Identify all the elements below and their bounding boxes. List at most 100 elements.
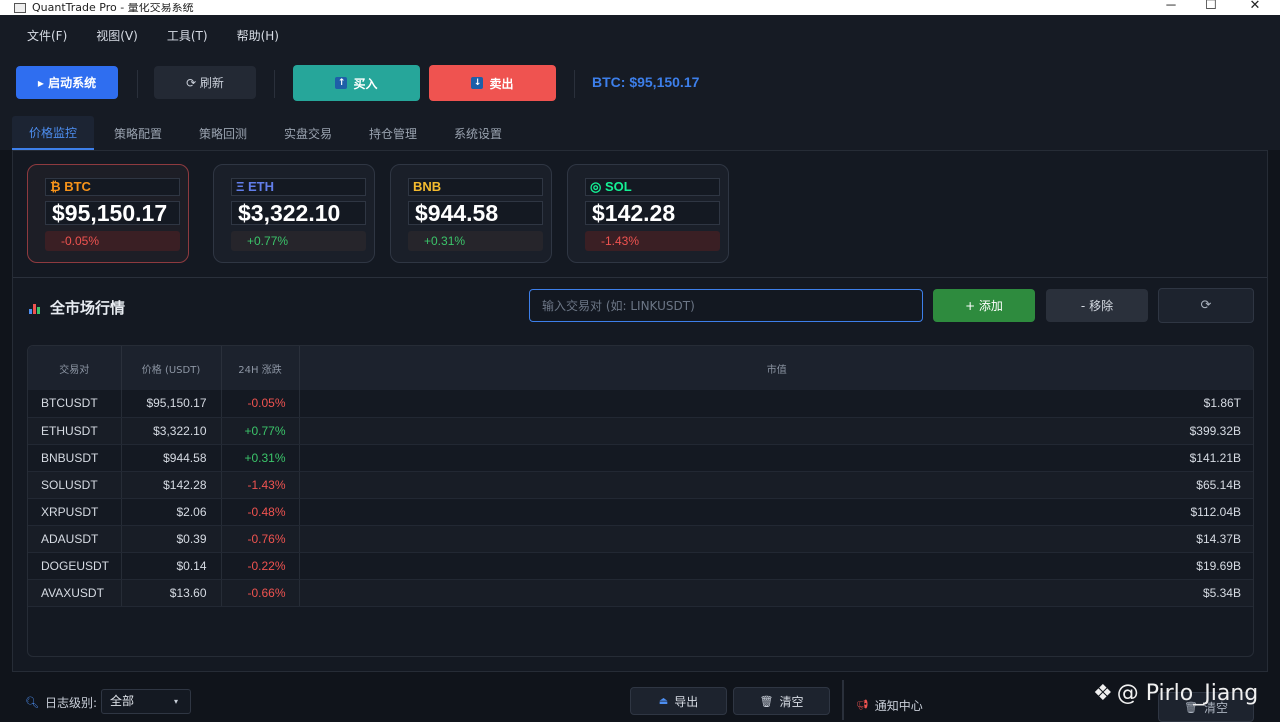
coin-card-eth[interactable]: Ξ ETH $3,322.10 +0.77% [213, 164, 375, 263]
cell-change: +0.31% [221, 444, 300, 472]
sell-button[interactable]: ↓ 卖出 [429, 65, 556, 101]
cell-price: $13.60 [121, 579, 222, 607]
toolbar-separator [137, 70, 138, 98]
cell-market-cap: $1.86T [299, 390, 1253, 418]
cell-change: -1.43% [221, 471, 300, 499]
coin-change: -1.43% [585, 231, 720, 251]
arrow-up-icon: ↑ [335, 77, 348, 89]
tab-strategy-backtest[interactable]: 策略回测 [184, 116, 262, 150]
table-row[interactable]: BTCUSDT $95,150.17 -0.05% $1.86T [28, 390, 1253, 418]
search-icon: 🔍︎ [25, 696, 39, 709]
minimize-button[interactable]: ─ [1156, 0, 1186, 12]
tab-positions[interactable]: 持仓管理 [354, 116, 432, 150]
tab-strategy-config[interactable]: 策略配置 [99, 116, 177, 150]
cell-price: $142.28 [121, 471, 222, 499]
menu-help[interactable]: 帮助(H) [237, 27, 279, 44]
tab-system-settings[interactable]: 系统设置 [439, 116, 517, 150]
maximize-button[interactable]: ☐ [1196, 0, 1226, 13]
sell-label: 卖出 [489, 76, 514, 91]
tab-live-trading[interactable]: 实盘交易 [269, 116, 347, 150]
cell-market-cap: $141.21B [299, 444, 1253, 472]
pair-search-input[interactable] [529, 289, 923, 322]
market-section-title: 全市场行情 [29, 297, 125, 318]
clear-log-button[interactable]: 🗑︎ 清空 [733, 687, 830, 715]
log-level-select[interactable]: 全部 ▾ [101, 689, 191, 714]
coin-symbol: Ξ ETH [231, 178, 366, 196]
cell-price: $0.14 [121, 552, 222, 580]
diamond-logo-icon: ❖ [1093, 681, 1113, 706]
cell-pair: SOLUSDT [28, 471, 122, 499]
coin-price: $142.28 [585, 201, 720, 225]
refresh-button[interactable]: ⟳ 刷新 [154, 66, 256, 99]
cell-pair: ADAUSDT [28, 525, 122, 553]
cell-price: $0.39 [121, 525, 222, 553]
cell-market-cap: $5.34B [299, 579, 1253, 607]
coin-price: $3,322.10 [231, 201, 366, 225]
notification-text: 通知中心 [874, 699, 923, 713]
coin-card-btc[interactable]: ₿ BTC $95,150.17 -0.05% [27, 164, 189, 263]
cell-market-cap: $19.69B [299, 552, 1253, 580]
section-divider [13, 277, 1267, 278]
coin-card-sol[interactable]: ◎ SOL $142.28 -1.43% [567, 164, 729, 263]
arrow-down-icon: ↓ [471, 77, 484, 89]
menu-file[interactable]: 文件(F) [27, 27, 67, 44]
cell-change: +0.77% [221, 417, 300, 445]
cell-change: -0.48% [221, 498, 300, 526]
price-monitor-panel: ₿ BTC $95,150.17 -0.05% Ξ ETH $3,322.10 … [12, 150, 1268, 672]
table-row[interactable]: ADAUSDT $0.39 -0.76% $14.37B [28, 525, 1253, 553]
notification-center-label: 📢︎ 通知中心 [856, 697, 923, 714]
tab-price-monitor[interactable]: 价格监控 [12, 116, 94, 150]
coin-symbol: BNB [408, 178, 543, 196]
cell-pair: ETHUSDT [28, 417, 122, 445]
cell-price: $2.06 [121, 498, 222, 526]
table-row[interactable]: XRPUSDT $2.06 -0.48% $112.04B [28, 498, 1253, 526]
log-bar: 🔍︎ 日志级别: 全部 ▾ ⏏ 导出 🗑︎ 清空 📢︎ 通知中心 🗑︎ 清空 [0, 680, 1280, 722]
toolbar-separator [574, 70, 575, 98]
column-header-price[interactable]: 价格 (USDT) [121, 346, 222, 390]
table-row[interactable]: AVAXUSDT $13.60 -0.66% $5.34B [28, 579, 1253, 607]
cell-price: $95,150.17 [121, 390, 222, 418]
start-system-button[interactable]: ▸ 启动系统 [16, 66, 118, 99]
column-header-pair[interactable]: 交易对 [28, 346, 122, 390]
log-level-text: 日志级别: [44, 696, 98, 710]
toolbar: ▸ 启动系统 ⟳ 刷新 ↑ 买入 ↓ 卖出 BTC: $95,150.17 [0, 55, 1280, 112]
cell-change: -0.22% [221, 552, 300, 580]
export-icon: ⏏ [658, 695, 669, 707]
menu-tools[interactable]: 工具(T) [167, 27, 208, 44]
trash-icon: 🗑︎ [759, 694, 774, 708]
add-pair-button[interactable]: + 添加 [933, 289, 1035, 322]
remove-pair-button[interactable]: - 移除 [1046, 289, 1148, 322]
buy-label: 买入 [353, 76, 378, 91]
column-header-change[interactable]: 24H 涨跌 [221, 346, 300, 390]
cell-market-cap: $14.37B [299, 525, 1253, 553]
close-button[interactable]: ✕ [1240, 0, 1270, 13]
buy-button[interactable]: ↑ 买入 [293, 65, 420, 101]
refresh-market-button[interactable]: ⟳ [1158, 288, 1254, 323]
log-level-label: 🔍︎ 日志级别: [25, 694, 97, 711]
toolbar-separator [274, 70, 275, 98]
footer-separator [842, 680, 844, 720]
column-header-market-cap[interactable]: 市值 [299, 346, 1253, 390]
table-row[interactable]: BNBUSDT $944.58 +0.31% $141.21B [28, 444, 1253, 472]
cell-change: -0.76% [221, 525, 300, 553]
cell-pair: DOGEUSDT [28, 552, 122, 580]
market-table: 交易对 价格 (USDT) 24H 涨跌 市值 BTCUSDT $95,150.… [27, 345, 1254, 657]
table-row[interactable]: ETHUSDT $3,322.10 +0.77% $399.32B [28, 417, 1253, 445]
cell-pair: BTCUSDT [28, 390, 122, 418]
table-header-row: 交易对 价格 (USDT) 24H 涨跌 市值 [28, 346, 1253, 390]
table-row[interactable]: DOGEUSDT $0.14 -0.22% $19.69B [28, 552, 1253, 580]
coin-change: -0.05% [45, 231, 180, 251]
watermark: ❖ @ Pirlo_Jiang [1093, 681, 1258, 706]
window-title: QuantTrade Pro - 量化交易系统 [32, 3, 194, 12]
cell-price: $3,322.10 [121, 417, 222, 445]
menu-view[interactable]: 视图(V) [96, 27, 138, 44]
market-title-text: 全市场行情 [50, 299, 126, 317]
menu-bar: 文件(F) 视图(V) 工具(T) 帮助(H) [0, 15, 1280, 55]
export-log-button[interactable]: ⏏ 导出 [630, 687, 727, 715]
table-row[interactable]: SOLUSDT $142.28 -1.43% $65.14B [28, 471, 1253, 499]
cell-market-cap: $399.32B [299, 417, 1253, 445]
coin-card-bnb[interactable]: BNB $944.58 +0.31% [390, 164, 552, 263]
cell-pair: XRPUSDT [28, 498, 122, 526]
tab-bar: 价格监控 策略配置 策略回测 实盘交易 持仓管理 系统设置 [0, 112, 1280, 150]
cell-change: -0.66% [221, 579, 300, 607]
